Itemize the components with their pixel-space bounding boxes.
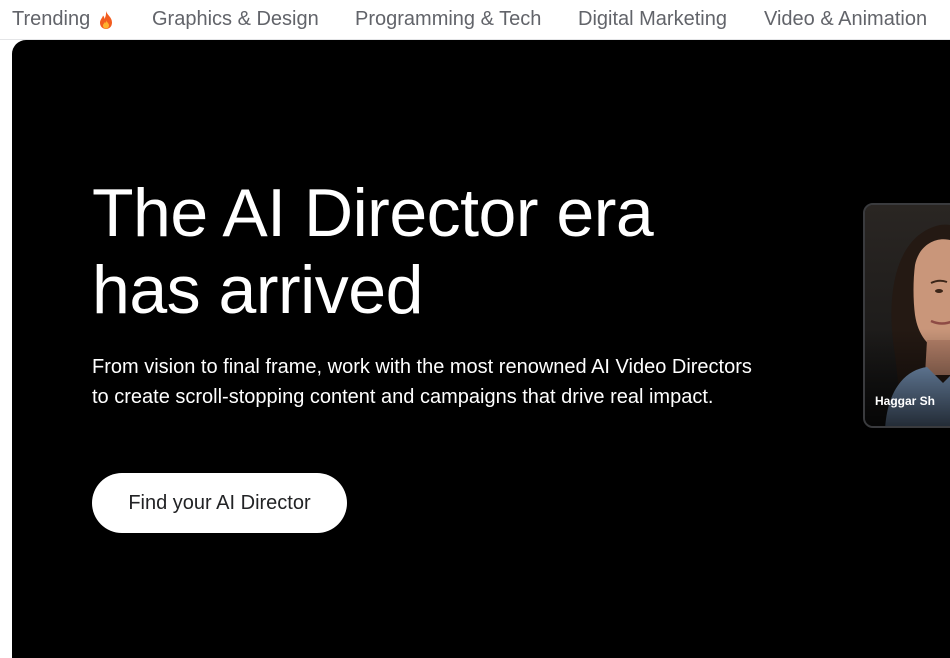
fire-icon xyxy=(98,10,114,30)
nav-item-digital-marketing[interactable]: Digital Marketing xyxy=(578,0,727,39)
nav-item-label: Graphics & Design xyxy=(152,8,319,30)
nav-item-label: Programming & Tech xyxy=(355,8,542,30)
hero-headline-line-1: The AI Director era xyxy=(92,175,654,251)
nav-item-graphics-design[interactable]: Graphics & Design xyxy=(152,0,319,39)
hero-headline-line-2: has arrived xyxy=(92,252,423,328)
nav-item-label: Digital Marketing xyxy=(578,8,727,30)
nav-item-label: Video & Animation xyxy=(764,8,928,30)
hero-banner: The AI Director era has arrived From vis… xyxy=(12,40,950,658)
hero-description: From vision to final frame, work with th… xyxy=(92,356,752,408)
nav-item-programming-tech[interactable]: Programming & Tech xyxy=(355,0,541,39)
category-nav: Trending Graphics & Design Programming &… xyxy=(0,0,950,40)
director-name: Haggar Sh xyxy=(875,394,936,408)
find-ai-director-button[interactable]: Find your AI Director xyxy=(92,473,347,533)
nav-item-trending[interactable]: Trending xyxy=(12,0,114,39)
director-card[interactable]: Haggar Sh xyxy=(863,203,950,428)
nav-item-video-animation[interactable]: Video & Animation xyxy=(764,0,927,39)
nav-item-label: Trending xyxy=(12,8,91,30)
hero-headline: The AI Director era has arrived xyxy=(92,175,812,329)
